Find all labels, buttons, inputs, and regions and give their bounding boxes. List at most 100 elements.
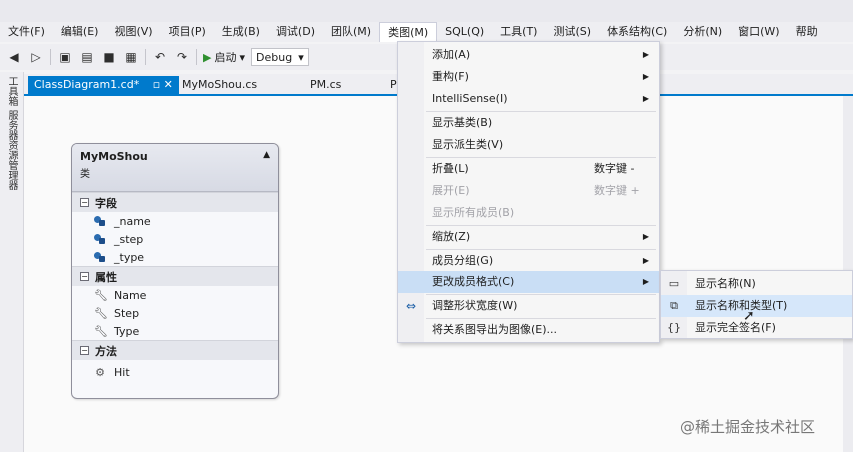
member-row[interactable]: ⚙ Hit: [72, 363, 278, 381]
menu-item-expand: 展开(E) 数字键 +: [398, 180, 659, 202]
menu-item-label: 显示所有成员(B): [432, 206, 515, 219]
menu-item-show-derived[interactable]: 显示派生类(V): [398, 134, 659, 156]
submenu-arrow-icon: ▶: [642, 94, 649, 103]
toolbox-tab[interactable]: 工具箱: [4, 76, 19, 106]
field-icon: [94, 216, 106, 226]
menu-item-label: 显示基类(B): [432, 116, 493, 129]
tab-mymoshou-cs[interactable]: MyMoShou.cs: [176, 76, 263, 94]
collapse-box-icon[interactable]: −: [80, 198, 89, 207]
menu-window[interactable]: 窗口(W): [730, 22, 787, 42]
resize-icon: ⇔: [405, 299, 417, 313]
menu-architecture[interactable]: 体系结构(C): [599, 22, 675, 42]
save-icon[interactable]: ■: [101, 49, 117, 65]
menu-item-refactor[interactable]: 重构(F) ▶: [398, 66, 659, 88]
open-icon[interactable]: ▤: [79, 49, 95, 65]
section-title: 方法: [95, 344, 117, 358]
menu-item-show-all-members: 显示所有成员(B): [398, 202, 659, 224]
signature-icon: {}: [667, 321, 681, 334]
back-icon[interactable]: ◀: [6, 49, 22, 65]
member-name: _name: [114, 214, 151, 228]
menu-item-label: 缩放(Z): [432, 230, 471, 243]
member-row[interactable]: _name: [72, 212, 278, 230]
submenu-arrow-icon: ▶: [642, 72, 649, 81]
side-rail: 工具箱 服务器资源管理器: [0, 72, 24, 452]
redo-icon[interactable]: ↷: [174, 49, 190, 65]
collapse-icon[interactable]: ▲: [263, 150, 270, 160]
menu-build[interactable]: 生成(B): [214, 22, 268, 42]
name-type-icon: ⧉: [670, 299, 678, 312]
section-fields[interactable]: − 字段: [72, 192, 278, 212]
menu-debug[interactable]: 调试(D): [268, 22, 323, 42]
class-header[interactable]: MyMoShou 类 ▲: [72, 144, 278, 192]
menu-help[interactable]: 帮助: [788, 22, 826, 42]
menu-edit[interactable]: 编辑(E): [53, 22, 107, 42]
menu-item-group-members[interactable]: 成员分组(G) ▶: [398, 250, 659, 272]
menu-item-label: 折叠(L): [432, 162, 469, 175]
submenu-item-show-name-type[interactable]: ⧉ 显示名称和类型(T): [661, 295, 852, 317]
undo-icon[interactable]: ↶: [152, 49, 168, 65]
start-button[interactable]: ▶ 启动 ▾: [203, 49, 245, 65]
toolbar-separator: [50, 49, 51, 65]
menu-tools[interactable]: 工具(T): [492, 22, 545, 42]
menu-item-collapse[interactable]: 折叠(L) 数字键 -: [398, 158, 659, 180]
tab-label: P: [390, 78, 397, 91]
section-methods[interactable]: − 方法: [72, 340, 278, 360]
wrench-icon: 🔧︎: [94, 306, 108, 320]
new-project-icon[interactable]: ▣: [57, 49, 73, 65]
watermark: @稀土掘金技术社区: [680, 418, 816, 436]
menu-item-intellisense[interactable]: IntelliSense(I) ▶: [398, 88, 659, 110]
menu-item-label: 显示名称(N): [695, 277, 756, 290]
menu-item-label: 展开(E): [432, 184, 470, 197]
menu-team[interactable]: 团队(M): [323, 22, 379, 42]
close-icon[interactable]: ✕: [164, 78, 173, 91]
config-value: Debug: [256, 50, 293, 64]
tab-class-diagram[interactable]: ClassDiagram1.cd* ▫ ✕: [28, 76, 179, 94]
collapse-box-icon[interactable]: −: [80, 346, 89, 355]
menu-class-diagram[interactable]: 类图(M): [379, 22, 438, 42]
tab-pm-cs[interactable]: PM.cs: [304, 76, 347, 94]
member-row[interactable]: 🔧︎ Step: [72, 304, 278, 322]
menu-item-adjust-width[interactable]: ⇔ 调整形状宽度(W): [398, 295, 659, 317]
menu-project[interactable]: 项目(P): [161, 22, 214, 42]
class-diagram-menu: 添加(A) ▶ 重构(F) ▶ IntelliSense(I) ▶ 显示基类(B) 显…: [397, 41, 660, 343]
section-title: 字段: [95, 196, 117, 210]
menu-item-label: 重构(F): [432, 70, 469, 83]
forward-icon[interactable]: ▷: [28, 49, 44, 65]
save-all-icon[interactable]: ▦: [123, 49, 139, 65]
server-explorer-tab[interactable]: 服务器资源管理器: [4, 110, 19, 190]
toolbar-separator: [145, 49, 146, 65]
menu-analyze[interactable]: 分析(N): [675, 22, 730, 42]
menu-sql[interactable]: SQL(Q): [437, 22, 492, 42]
menu-view[interactable]: 视图(V): [106, 22, 160, 42]
tab-label: PM.cs: [310, 78, 342, 91]
collapse-box-icon[interactable]: −: [80, 272, 89, 281]
menu-item-label: 显示派生类(V): [432, 138, 504, 151]
toolbar-separator: [196, 49, 197, 65]
name-icon: ▭: [668, 277, 680, 290]
member-row[interactable]: 🔧︎ Type: [72, 322, 278, 340]
menu-item-export-image[interactable]: 将关系图导出为图像(E)...: [398, 319, 659, 341]
class-name: MyMoShou: [80, 150, 148, 163]
section-title: 属性: [95, 270, 117, 284]
menu-bar: 文件(F) 编辑(E) 视图(V) 项目(P) 生成(B) 调试(D) 团队(M…: [0, 22, 853, 42]
menu-test[interactable]: 测试(S): [545, 22, 599, 42]
start-label: 启动: [214, 51, 237, 64]
class-shape[interactable]: MyMoShou 类 ▲ − 字段 _name _step _type − 属性…: [71, 143, 279, 399]
menu-item-add[interactable]: 添加(A) ▶: [398, 44, 659, 66]
menu-item-show-base[interactable]: 显示基类(B): [398, 112, 659, 134]
submenu-arrow-icon: ▶: [642, 277, 649, 286]
menu-file[interactable]: 文件(F): [0, 22, 53, 42]
submenu-item-show-signature[interactable]: {} 显示完全签名(F): [661, 317, 852, 339]
pin-icon[interactable]: ▫: [153, 78, 160, 91]
member-row[interactable]: _type: [72, 248, 278, 266]
tab-label: ClassDiagram1.cd*: [34, 78, 140, 91]
menu-item-change-member-format[interactable]: 更改成员格式(C) ▶: [398, 271, 659, 293]
play-icon: ▶: [203, 50, 212, 64]
member-row[interactable]: _step: [72, 230, 278, 248]
config-select[interactable]: Debug ▾: [251, 48, 309, 66]
menu-item-label: 更改成员格式(C): [432, 275, 515, 288]
menu-item-zoom[interactable]: 缩放(Z) ▶: [398, 226, 659, 248]
member-row[interactable]: 🔧︎ Name: [72, 286, 278, 304]
section-properties[interactable]: − 属性: [72, 266, 278, 286]
submenu-item-show-name[interactable]: ▭ 显示名称(N): [661, 273, 852, 295]
